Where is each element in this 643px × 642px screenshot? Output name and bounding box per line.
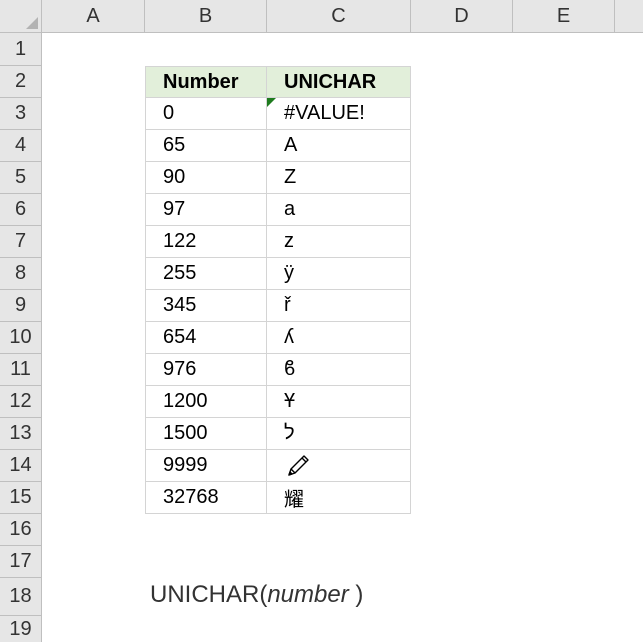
cell-c8-unichar[interactable]: ÿ — [267, 258, 411, 290]
cell-c6-unichar[interactable]: a — [267, 194, 411, 226]
row-header-6[interactable]: 6 — [0, 194, 42, 226]
column-header-e[interactable]: E — [513, 0, 615, 33]
cell-c12-unichar[interactable]: Ұ — [267, 386, 411, 418]
cell-c2-header-unichar[interactable]: UNICHAR — [267, 66, 411, 98]
cell-b14-number[interactable]: 9999 — [145, 450, 267, 482]
cell-c7-unichar[interactable]: z — [267, 226, 411, 258]
row-header-16[interactable]: 16 — [0, 514, 42, 546]
cell-b3-number[interactable]: 0 — [145, 98, 267, 130]
cell-b8-number[interactable]: 255 — [145, 258, 267, 290]
row-header-17[interactable]: 17 — [0, 546, 42, 578]
row-header-1[interactable]: 1 — [0, 33, 42, 66]
cell-b4-number[interactable]: 65 — [145, 130, 267, 162]
column-header-c[interactable]: C — [267, 0, 411, 33]
cell-c5-unichar[interactable]: Z — [267, 162, 411, 194]
cell-c4-unichar[interactable]: A — [267, 130, 411, 162]
row-header-12[interactable]: 12 — [0, 386, 42, 418]
cell-c3-value: #VALUE! — [284, 102, 365, 124]
cell-b6-number[interactable]: 97 — [145, 194, 267, 226]
cell-b15-number[interactable]: 32768 — [145, 482, 267, 514]
row-header-10[interactable]: 10 — [0, 322, 42, 354]
cell-b12-number[interactable]: 1200 — [145, 386, 267, 418]
cell-c11-unichar[interactable]: ϐ — [267, 354, 411, 386]
cell-b5-number[interactable]: 90 — [145, 162, 267, 194]
row-header-9[interactable]: 9 — [0, 290, 42, 322]
pencil-icon — [288, 454, 309, 476]
cell-c15-unichar[interactable]: 耀 — [267, 482, 411, 514]
cell-c10-unichar[interactable]: ʎ — [267, 322, 411, 354]
select-all-triangle-icon — [26, 17, 38, 29]
row-header-4[interactable]: 4 — [0, 130, 42, 162]
row-header-2[interactable]: 2 — [0, 66, 42, 98]
column-header-b[interactable]: B — [145, 0, 267, 33]
select-all-corner[interactable] — [0, 0, 42, 33]
cell-b10-number[interactable]: 654 — [145, 322, 267, 354]
row-header-8[interactable]: 8 — [0, 258, 42, 290]
function-name: UNICHAR( — [150, 581, 268, 608]
error-indicator-icon — [267, 98, 276, 107]
row-header-7[interactable]: 7 — [0, 226, 42, 258]
cell-b11-number[interactable]: 976 — [145, 354, 267, 386]
column-header-a[interactable]: A — [42, 0, 145, 33]
row-header-5[interactable]: 5 — [0, 162, 42, 194]
function-syntax: UNICHAR(number ) — [150, 581, 363, 609]
cell-b7-number[interactable]: 122 — [145, 226, 267, 258]
row-header-19[interactable]: 19 — [0, 616, 42, 642]
cell-b2-header-number[interactable]: Number — [145, 66, 267, 98]
row-header-15[interactable]: 15 — [0, 482, 42, 514]
column-header-d[interactable]: D — [411, 0, 513, 33]
column-header-f-partial[interactable] — [615, 0, 643, 33]
cell-b9-number[interactable]: 345 — [145, 290, 267, 322]
row-header-3[interactable]: 3 — [0, 98, 42, 130]
cell-c9-unichar[interactable]: ř — [267, 290, 411, 322]
function-close: ) — [348, 581, 364, 608]
row-header-18[interactable]: 18 — [0, 578, 42, 616]
cell-c3-unichar-error[interactable]: #VALUE! — [267, 98, 411, 130]
row-header-14[interactable]: 14 — [0, 450, 42, 482]
row-header-13[interactable]: 13 — [0, 418, 42, 450]
cell-c14-unichar[interactable] — [267, 450, 411, 482]
spreadsheet-grid: A B C D E 1 2 3 4 5 6 7 8 9 10 11 12 13 … — [0, 0, 643, 642]
cell-b13-number[interactable]: 1500 — [145, 418, 267, 450]
cell-c13-unichar[interactable]: ל — [267, 418, 411, 450]
row-header-11[interactable]: 11 — [0, 354, 42, 386]
function-argument: number — [267, 581, 349, 608]
